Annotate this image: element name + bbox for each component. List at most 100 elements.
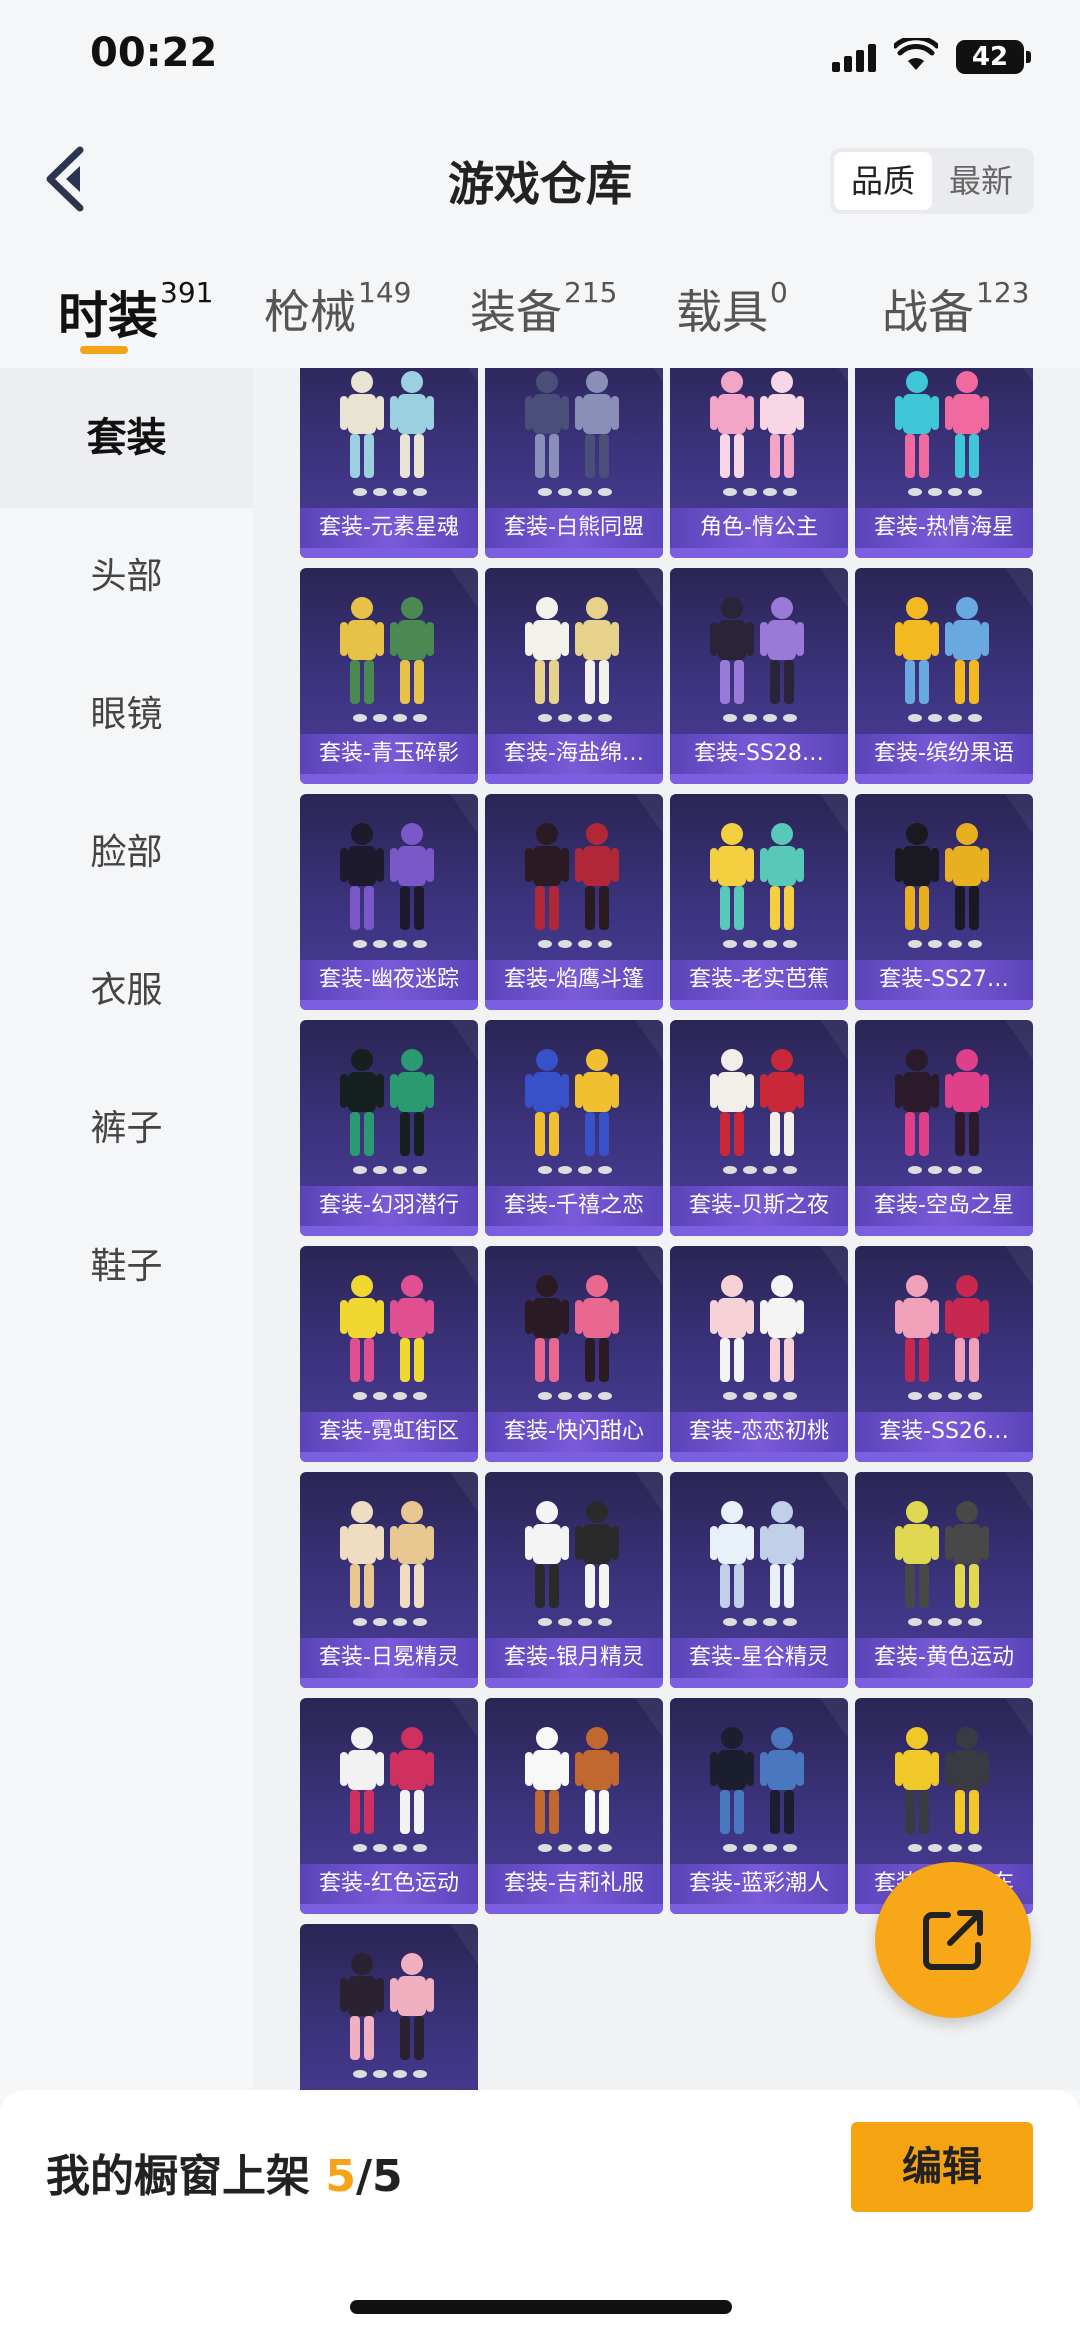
- showcase-bar: 我的橱窗上架 5/5 编辑: [0, 2090, 1080, 2339]
- item-card[interactable]: 套装-红色运动: [300, 1698, 478, 1914]
- quality-strip: [300, 774, 478, 784]
- item-card[interactable]: 套装-SS27…: [855, 794, 1033, 1010]
- sidebar-item-suits[interactable]: 套装: [0, 368, 253, 508]
- tab-fashion[interactable]: 时装391: [58, 276, 213, 346]
- external-link-button[interactable]: [875, 1862, 1031, 2018]
- outfit-thumbnail: [525, 568, 663, 722]
- tab-equipment[interactable]: 装备215: [470, 276, 617, 346]
- outfit-thumbnail: [340, 1246, 478, 1400]
- sidebar-item-face[interactable]: 脸部: [0, 784, 253, 922]
- quality-strip: [300, 1226, 478, 1236]
- item-card[interactable]: 套装-元素星魂: [300, 368, 478, 558]
- sidebar-item-shoes[interactable]: 鞋子: [0, 1198, 253, 1336]
- item-card-label: 套装-日冕精灵: [300, 1638, 478, 1678]
- showcase-total-count: /5: [355, 2151, 403, 2202]
- outfit-thumbnail: [525, 1020, 663, 1174]
- item-card[interactable]: 套装-焰鹰斗篷: [485, 794, 663, 1010]
- outfit-thumbnail: [710, 1698, 848, 1852]
- item-card-label: 套装-青玉碎影: [300, 734, 478, 774]
- outfit-thumbnail: [710, 1246, 848, 1400]
- item-card[interactable]: 套装-老实芭蕉: [670, 794, 848, 1010]
- wifi-icon: [894, 38, 938, 70]
- item-card[interactable]: 套装-青玉碎影: [300, 568, 478, 784]
- quality-strip: [670, 1452, 848, 1462]
- outfit-thumbnail: [525, 1698, 663, 1852]
- sidebar-item-clothes[interactable]: 衣服: [0, 922, 253, 1060]
- item-card[interactable]: 套装-恋恋初桃: [670, 1246, 848, 1462]
- battery-icon: 42: [956, 40, 1031, 74]
- item-card-label: 套装-蓝彩潮人: [670, 1864, 848, 1904]
- quality-strip: [855, 1452, 1033, 1462]
- item-card[interactable]: 套装-春光漫游: [300, 1924, 478, 2090]
- item-card[interactable]: 套装-银月精灵: [485, 1472, 663, 1688]
- tab-weapons[interactable]: 枪械149: [264, 276, 411, 346]
- item-card-label: 套装-星谷精灵: [670, 1638, 848, 1678]
- item-card-label: 套装-空岛之星: [855, 1186, 1033, 1226]
- item-card[interactable]: 套装-快闪甜心: [485, 1246, 663, 1462]
- sort-quality-button[interactable]: 品质: [834, 152, 932, 210]
- outfit-thumbnail: [525, 1472, 663, 1626]
- outfit-thumbnail: [895, 1698, 1033, 1852]
- quality-strip: [485, 1452, 663, 1462]
- quality-strip: [485, 548, 663, 558]
- item-card-label: 套装-老实芭蕉: [670, 960, 848, 1000]
- quality-strip: [485, 1904, 663, 1914]
- outfit-thumbnail: [340, 1020, 478, 1174]
- item-card[interactable]: 套装-黄色运动: [855, 1472, 1033, 1688]
- external-link-icon: [923, 1910, 983, 1970]
- item-card-label: 套装-霓虹街区: [300, 1412, 478, 1452]
- quality-strip: [485, 774, 663, 784]
- item-card[interactable]: 套装-热情海星: [855, 368, 1033, 558]
- item-card[interactable]: 套装-幽夜迷踪: [300, 794, 478, 1010]
- item-card-label: 套装-幽夜迷踪: [300, 960, 478, 1000]
- item-card[interactable]: 套装-白熊同盟: [485, 368, 663, 558]
- tab-count: 149: [358, 276, 412, 309]
- quality-strip: [855, 1226, 1033, 1236]
- item-card[interactable]: 套装-千禧之恋: [485, 1020, 663, 1236]
- item-card-label: 套装-白熊同盟: [485, 508, 663, 548]
- item-card[interactable]: 套装-幻羽潜行: [300, 1020, 478, 1236]
- page-header: 游戏仓库 品质 最新: [0, 120, 1080, 238]
- tab-vehicles[interactable]: 载具0: [676, 276, 788, 346]
- outfit-thumbnail: [895, 368, 1033, 496]
- item-card-label: 套装-元素星魂: [300, 508, 478, 548]
- active-tab-indicator: [80, 346, 128, 354]
- outfit-thumbnail: [525, 794, 663, 948]
- item-card[interactable]: 套装-空岛之星: [855, 1020, 1033, 1236]
- quality-strip: [485, 1000, 663, 1010]
- outfit-thumbnail: [710, 1472, 848, 1626]
- item-card[interactable]: 套装-星谷精灵: [670, 1472, 848, 1688]
- item-card[interactable]: 套装-SS26…: [855, 1246, 1033, 1462]
- item-card[interactable]: 套装-蓝彩潮人: [670, 1698, 848, 1914]
- item-card-label: 套装-千禧之恋: [485, 1186, 663, 1226]
- outfit-thumbnail: [340, 794, 478, 948]
- item-card[interactable]: 套装-SS28…: [670, 568, 848, 784]
- item-card[interactable]: 套装-吉莉礼服: [485, 1698, 663, 1914]
- quality-strip: [670, 1678, 848, 1688]
- status-time: 00:22: [90, 30, 218, 76]
- tab-count: 391: [160, 276, 214, 309]
- item-card[interactable]: 套装-霓虹街区: [300, 1246, 478, 1462]
- sidebar-item-pants[interactable]: 裤子: [0, 1060, 253, 1198]
- sidebar-item-head[interactable]: 头部: [0, 508, 253, 646]
- item-card[interactable]: 套装-缤纷果语: [855, 568, 1033, 784]
- quality-strip: [300, 1000, 478, 1010]
- item-card-label: 套装-银月精灵: [485, 1638, 663, 1678]
- item-grid: 套装-元素星魂 套装-白熊同盟 角色-情公主 套装-热情海星套装-青玉碎影 套装-海盐绵…: [253, 368, 1080, 2090]
- quality-strip: [485, 1678, 663, 1688]
- item-card[interactable]: 套装-贝斯之夜: [670, 1020, 848, 1236]
- quality-strip: [300, 548, 478, 558]
- item-card-label: 套装-焰鹰斗篷: [485, 960, 663, 1000]
- quality-strip: [670, 1000, 848, 1010]
- quality-strip: [855, 548, 1033, 558]
- edit-button[interactable]: 编辑: [851, 2122, 1033, 2212]
- sidebar-item-glasses[interactable]: 眼镜: [0, 646, 253, 784]
- item-card[interactable]: 角色-情公主: [670, 368, 848, 558]
- sort-newest-button[interactable]: 最新: [932, 152, 1030, 210]
- item-card-label: 角色-情公主: [670, 508, 848, 548]
- outfit-thumbnail: [525, 368, 663, 496]
- item-card-label: 套装-SS28…: [670, 734, 848, 774]
- tab-supplies[interactable]: 战备123: [882, 276, 1029, 346]
- item-card[interactable]: 套装-海盐绵…: [485, 568, 663, 784]
- item-card[interactable]: 套装-日冕精灵: [300, 1472, 478, 1688]
